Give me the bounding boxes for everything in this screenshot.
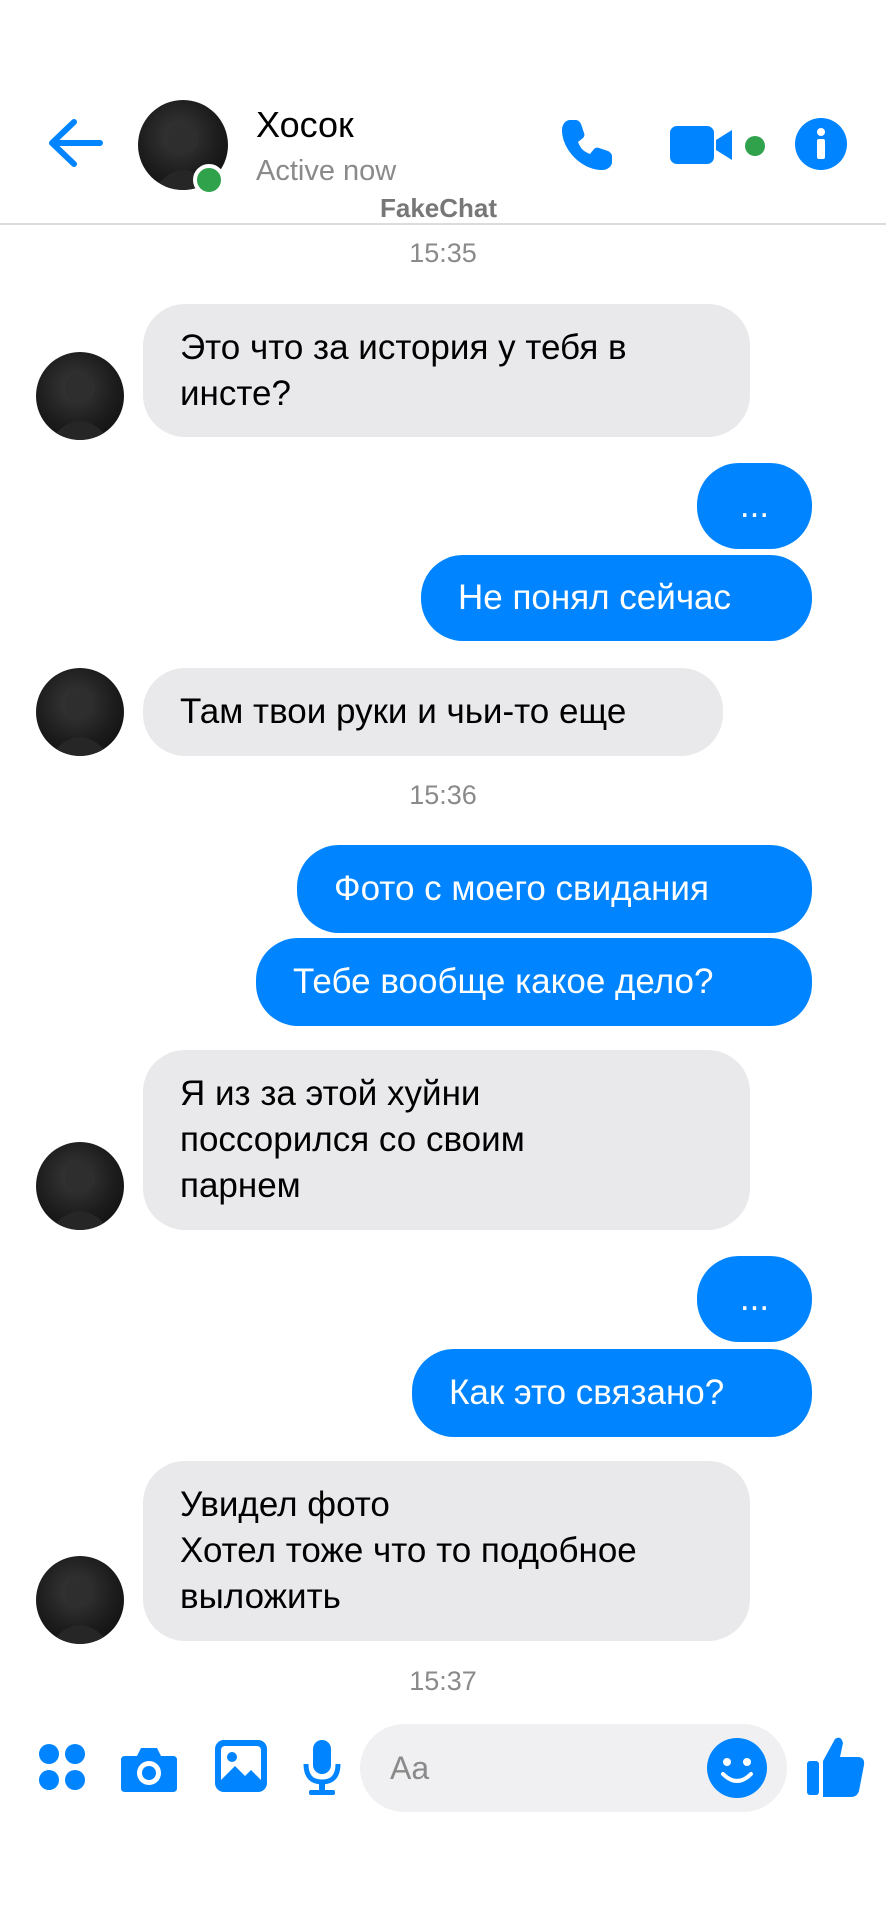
emoji-icon[interactable] — [707, 1738, 767, 1798]
message-incoming[interactable]: Там твои руки и чьи-то еще — [143, 668, 723, 756]
message-outgoing[interactable]: Фото с моего свидания — [297, 845, 812, 933]
message-outgoing[interactable]: Как это связано? — [412, 1349, 812, 1437]
apps-grid-icon[interactable] — [38, 1743, 86, 1791]
message-outgoing[interactable]: Не понял сейчас — [421, 555, 812, 641]
chat-header: Хосок Active now FakeChat — [0, 0, 886, 225]
sender-avatar[interactable] — [36, 352, 124, 440]
thumbs-up-icon[interactable] — [807, 1735, 865, 1797]
sender-avatar[interactable] — [36, 1142, 124, 1230]
timestamp: 15:36 — [409, 780, 477, 810]
watermark: FakeChat — [380, 193, 498, 223]
timestamp: 15:35 — [409, 238, 477, 268]
message-outgoing[interactable]: Тебе вообще какое дело? — [256, 938, 812, 1026]
camera-icon[interactable] — [121, 1744, 177, 1792]
video-active-dot — [745, 136, 765, 156]
message-outgoing[interactable]: ... — [697, 1256, 812, 1342]
online-indicator — [193, 164, 225, 196]
back-arrow-icon[interactable] — [46, 118, 104, 168]
sender-avatar[interactable] — [36, 1556, 124, 1644]
timestamp: 15:37 — [409, 1666, 477, 1696]
sender-avatar[interactable] — [36, 668, 124, 756]
message-incoming[interactable]: Это что за история у тебя в инсте? — [143, 304, 750, 437]
info-icon[interactable] — [795, 118, 847, 170]
contact-name[interactable]: Хосок — [256, 104, 354, 146]
message-incoming[interactable]: Увидел фото Хотел тоже что то подобное в… — [143, 1461, 750, 1641]
message-outgoing[interactable]: ... — [697, 463, 812, 549]
microphone-icon[interactable] — [303, 1740, 341, 1796]
contact-status: Active now — [256, 155, 397, 187]
gallery-icon[interactable] — [215, 1740, 267, 1792]
message-incoming[interactable]: Я из за этой хуйни поссорился со своим п… — [143, 1050, 750, 1230]
video-camera-icon[interactable] — [670, 120, 736, 170]
phone-icon[interactable] — [556, 116, 616, 176]
